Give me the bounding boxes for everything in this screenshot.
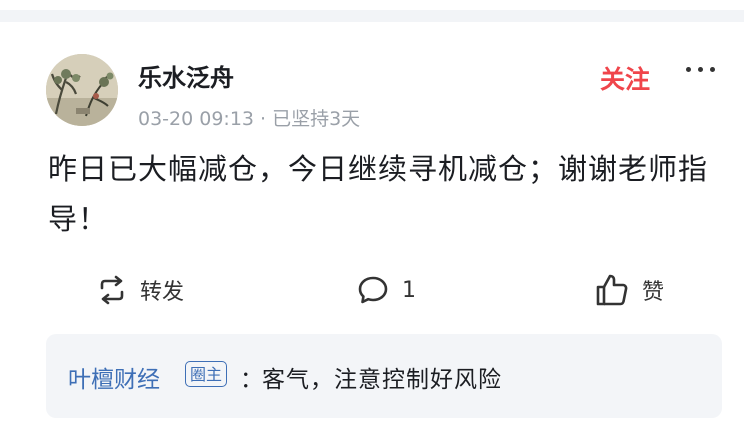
comment-icon xyxy=(358,276,388,304)
meta-separator: · xyxy=(260,108,267,130)
reply-colon: ： xyxy=(240,367,263,393)
post-card: 乐水泛舟 03-20 09:13 · 已坚持3天 关注 昨日已大幅减仓，今日继续寻机… xyxy=(0,22,744,444)
post-author-name[interactable]: 乐水泛舟 xyxy=(138,58,234,93)
owner-badge: 圈主 xyxy=(185,361,228,387)
streak-label: 已坚持3天 xyxy=(272,108,361,130)
repost-button[interactable]: 转发 xyxy=(96,270,184,310)
follow-button[interactable]: 关注 xyxy=(600,60,650,96)
reply-preview[interactable]: 叶檀财经 圈主 ： 客气，注意控制好风险 xyxy=(46,334,722,418)
reply-author[interactable]: 叶檀财经 xyxy=(68,360,160,394)
comment-button[interactable]: 1 xyxy=(356,270,416,310)
action-bar: 转发 1 赞 xyxy=(0,270,744,310)
like-button[interactable]: 赞 xyxy=(594,270,664,310)
post-content: 昨日已大幅减仓，今日继续寻机减仓；谢谢老师指导！ xyxy=(48,152,709,236)
like-label: 赞 xyxy=(642,280,665,305)
comment-count: 1 xyxy=(402,277,416,303)
top-separator xyxy=(0,0,744,22)
repost-label: 转发 xyxy=(140,280,185,305)
post-timestamp: 03-20 09:13 xyxy=(138,108,255,130)
more-dots-icon[interactable] xyxy=(684,58,718,78)
post-meta: 03-20 09:13 · 已坚持3天 xyxy=(138,104,360,131)
thumbs-up-icon xyxy=(596,274,628,306)
reply-text: 客气，注意控制好风险 xyxy=(262,367,502,393)
previous-card-edge xyxy=(0,0,744,10)
avatar-painting-icon xyxy=(46,54,118,126)
avatar[interactable] xyxy=(46,54,118,126)
repost-icon xyxy=(100,275,124,305)
